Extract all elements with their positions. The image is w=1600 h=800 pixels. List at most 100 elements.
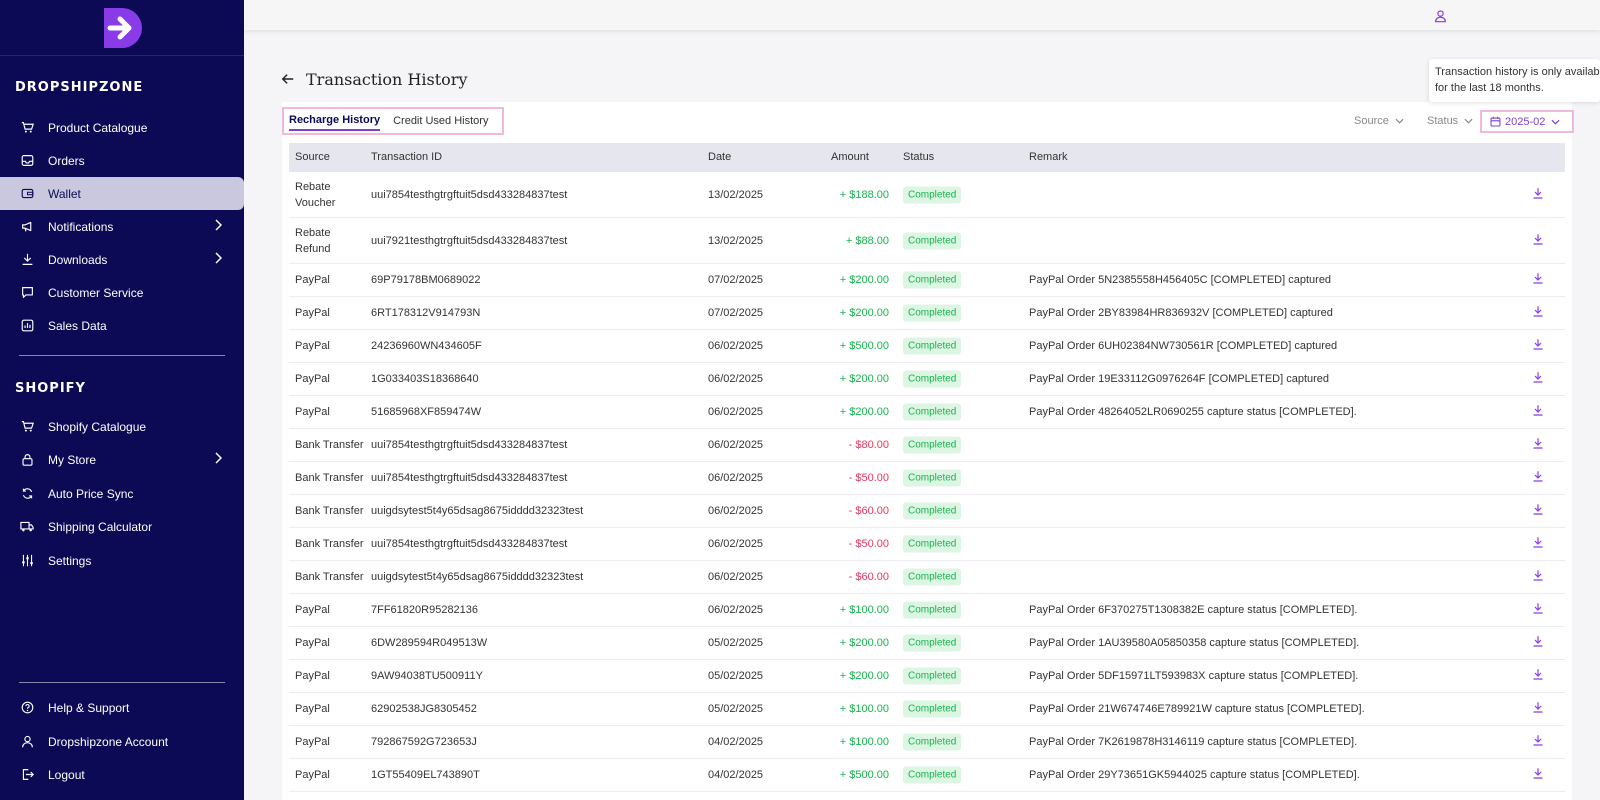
cart-icon [20, 420, 34, 434]
sidebar-item-label: Downloads [48, 252, 108, 267]
date-filter-dropdown[interactable]: 2025-02 [1480, 110, 1574, 133]
table-row: PayPal 51685968XF859474W 06/02/2025 + $200.… [289, 396, 1565, 429]
cell-amount: + $200.00 [839, 274, 889, 286]
tab-recharge-history[interactable]: Recharge History [289, 111, 381, 131]
sidebar-item-label: Customer Service [48, 285, 144, 300]
sidebar-item-notifications[interactable]: Notifications [0, 210, 244, 243]
download-icon[interactable] [1532, 537, 1544, 552]
cell-source: Bank Transfer [295, 439, 364, 451]
download-icon[interactable] [1532, 306, 1544, 321]
sidebar-item-label: Dropshipzone Account [48, 734, 169, 749]
cell-amount: + $500.00 [839, 340, 889, 352]
download-icon[interactable] [1532, 187, 1544, 202]
source-filter-dropdown[interactable]: Source [1354, 115, 1404, 127]
cell-source: PayPal [295, 406, 330, 418]
cell-remark: PayPal Order 21W674746E789921W capture s… [1029, 703, 1365, 715]
user-menu-icon[interactable] [1434, 9, 1447, 28]
sidebar-item-label: Wallet [48, 186, 81, 201]
table-row: Bank Transfer uui7854testhgtrgftuit5dsd43… [289, 462, 1565, 495]
download-icon[interactable] [1532, 273, 1544, 288]
cell-transaction-id: 6DW289594R049513W [371, 637, 488, 649]
status-filter-dropdown[interactable]: Status [1427, 115, 1473, 127]
cell-remark: PayPal Order 7K2619878H3146119 capture s… [1029, 736, 1358, 748]
status-badge: Completed [903, 337, 962, 355]
calendar-icon [1490, 116, 1501, 127]
cell-date: 05/02/2025 [708, 703, 764, 715]
download-icon[interactable] [1532, 735, 1544, 750]
cell-transaction-id: uui7854testhgtrgftuit5dsd433284837test [371, 538, 568, 550]
sidebar-item-label: Orders [48, 153, 85, 168]
status-badge: Completed [903, 667, 962, 685]
cell-remark: PayPal Order 2BY83984HR836932V [COMPLETE… [1029, 307, 1333, 319]
cell-amount: - $50.00 [848, 538, 889, 550]
download-icon[interactable] [1532, 570, 1544, 585]
cell-remark: PayPal Order 5N2385558H456405C [COMPLETE… [1029, 274, 1332, 286]
column-header-transaction-id: Transaction ID [371, 151, 443, 163]
cell-transaction-id: uuigdsytest5t4y65dsag8675idddd32323test [371, 571, 584, 583]
cell-transaction-id: 9AW94038TU500911Y [371, 670, 483, 682]
cell-date: 06/02/2025 [708, 340, 764, 352]
sidebar-item-auto-price-sync[interactable]: Auto Price Sync [0, 477, 244, 510]
sidebar-item-settings[interactable]: Settings [0, 544, 244, 577]
sidebar-item-orders[interactable]: Orders [0, 144, 244, 177]
cell-transaction-id: 62902538JG8305452 [371, 703, 477, 715]
sidebar-item-dropshipzone-account[interactable]: Dropshipzone Account [0, 725, 244, 758]
sidebar-divider [19, 355, 225, 356]
sidebar-item-shopify-catalogue[interactable]: Shopify Catalogue [0, 410, 244, 443]
sidebar-item-logout[interactable]: Logout [0, 758, 244, 791]
chevron-down-icon [1464, 118, 1473, 124]
sidebar-item-help-support[interactable]: Help & Support [0, 691, 244, 724]
sidebar-item-shipping-calculator[interactable]: Shipping Calculator [0, 510, 244, 543]
column-header-amount: Amount [831, 151, 869, 163]
sidebar-item-label: Shipping Calculator [48, 519, 153, 534]
cell-amount: + $100.00 [839, 604, 889, 616]
date-filter-label: 2025-02 [1505, 115, 1546, 128]
download-icon[interactable] [1532, 405, 1544, 420]
cell-date: 06/02/2025 [708, 505, 764, 517]
cell-source: Rebate Voucher [295, 180, 336, 209]
download-icon[interactable] [1532, 669, 1544, 684]
download-icon[interactable] [1532, 438, 1544, 453]
chevron-right-icon [214, 252, 223, 267]
download-icon[interactable] [1532, 471, 1544, 486]
sidebar-item-my-store[interactable]: My Store [0, 443, 244, 476]
table-row: PayPal 1GT55409EL743890T 04/02/2025 + $500.… [289, 759, 1565, 792]
sidebar-item-label: My Store [48, 452, 97, 467]
download-icon [20, 253, 34, 267]
download-icon[interactable] [1532, 636, 1544, 651]
download-icon[interactable] [1532, 603, 1544, 618]
cell-amount: + $200.00 [839, 670, 889, 682]
table-row: PayPal 62902538JG8305452 05/02/2025 + $100.… [289, 693, 1565, 726]
back-arrow-icon[interactable] [281, 72, 295, 91]
table-row: Bank Transfer uui7854testhgtrgftuit5dsd43… [289, 429, 1565, 462]
cell-remark: PayPal Order 19E33112G0976264F [COMPLETE… [1029, 373, 1330, 385]
chevron-right-icon [214, 219, 223, 234]
download-icon[interactable] [1532, 504, 1544, 519]
download-icon[interactable] [1532, 339, 1544, 354]
status-badge: Completed [903, 469, 962, 487]
lock-icon [20, 453, 34, 467]
sidebar-item-sales-data[interactable]: Sales Data [0, 309, 244, 342]
sidebar-item-label: Sales Data [48, 318, 107, 333]
page-title: Transaction History [306, 70, 468, 89]
sidebar-item-product-catalogue[interactable]: Product Catalogue [0, 111, 244, 144]
download-icon[interactable] [1532, 372, 1544, 387]
download-icon[interactable] [1532, 233, 1544, 248]
cell-transaction-id: 7FF61820R95282136 [371, 604, 479, 616]
cell-transaction-id: 24236960WN434605F [371, 340, 482, 352]
help-icon [20, 701, 34, 715]
table-row: PayPal 6RT178312V914793N 07/02/2025 + $200.… [289, 297, 1565, 330]
download-icon[interactable] [1532, 768, 1544, 783]
sidebar-item-wallet[interactable]: Wallet [0, 177, 244, 210]
tab-credit-used-history[interactable]: Credit Used History [393, 112, 488, 130]
cell-date: 13/02/2025 [708, 234, 764, 247]
cell-source: PayPal [295, 736, 330, 748]
cell-date: 04/02/2025 [708, 736, 764, 748]
download-icon[interactable] [1532, 702, 1544, 717]
dropshipzone-logo[interactable] [0, 0, 244, 56]
sidebar-item-customer-service[interactable]: Customer Service [0, 276, 244, 309]
cell-remark: PayPal Order 29Y73651GK5944025 capture s… [1029, 769, 1360, 781]
sidebar-item-downloads[interactable]: Downloads [0, 243, 244, 276]
chat-icon [20, 286, 34, 300]
cell-amount: + $100.00 [839, 736, 889, 748]
